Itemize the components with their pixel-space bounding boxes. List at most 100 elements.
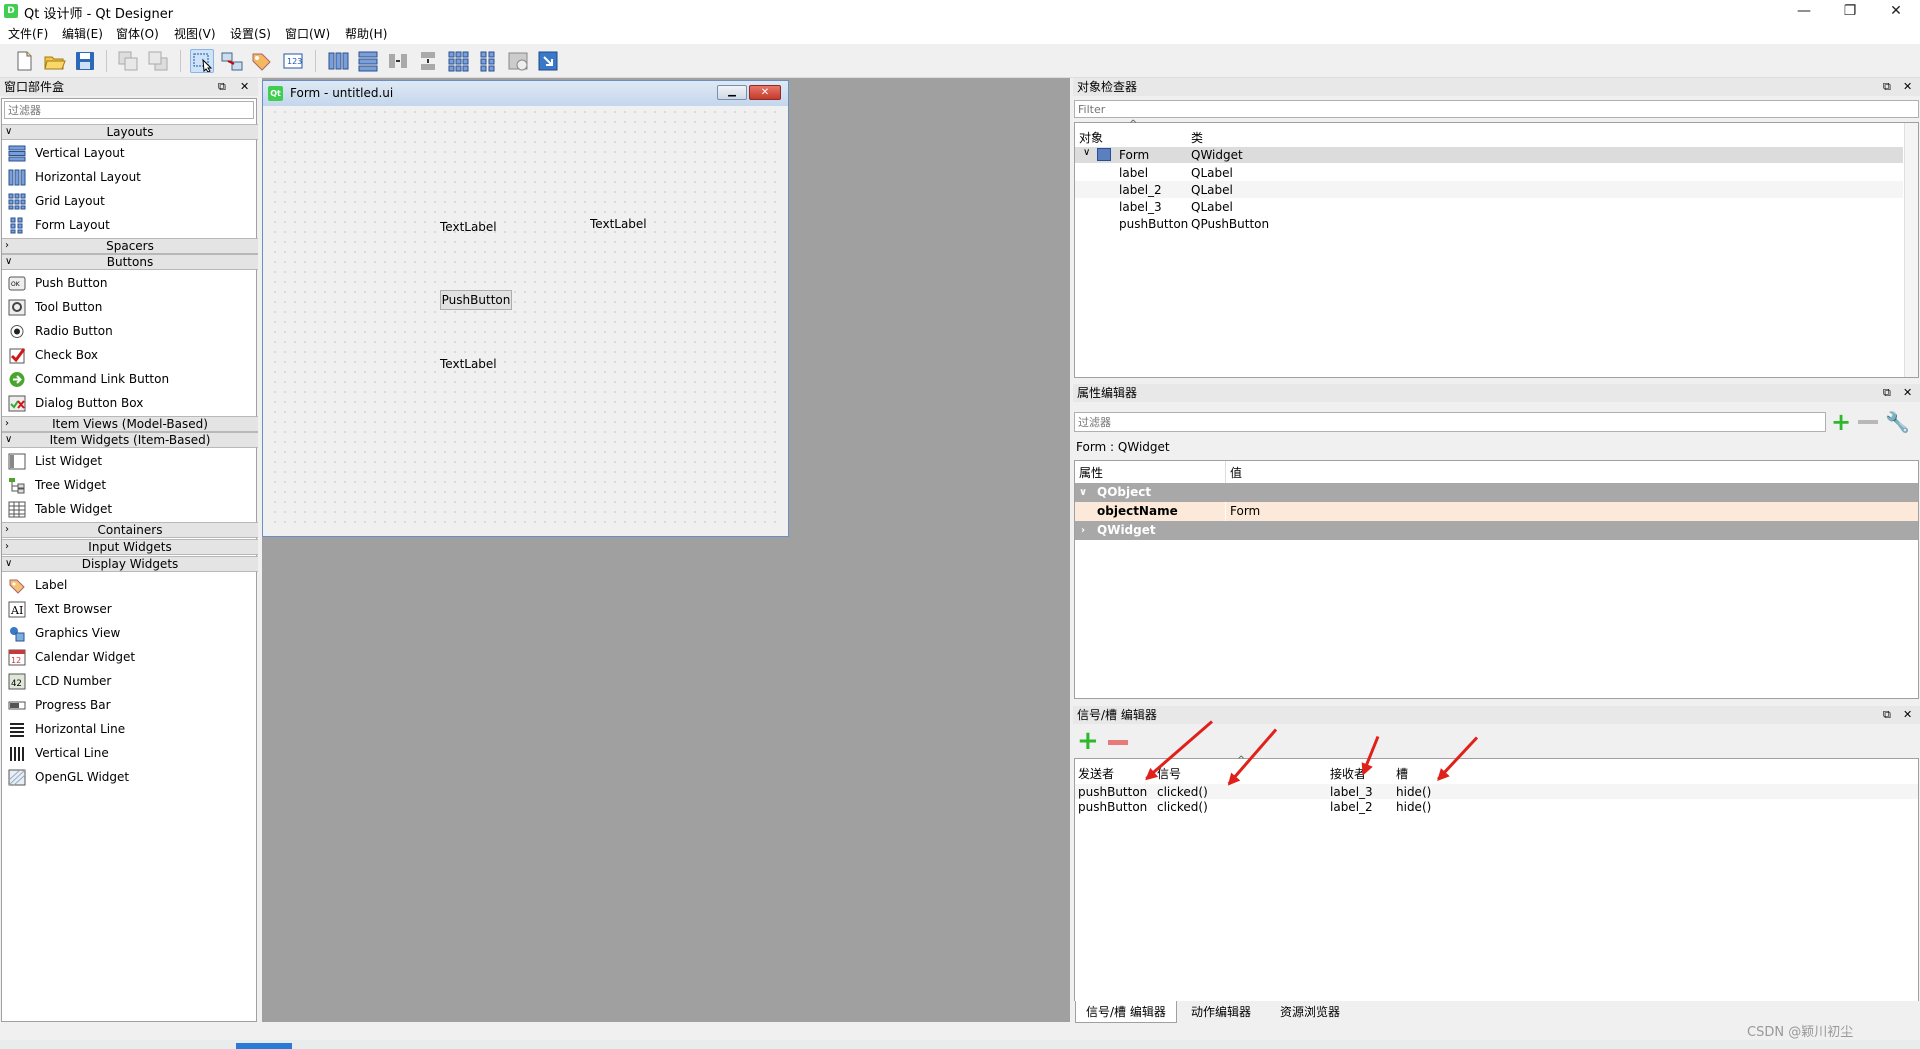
category-containers[interactable]: › Containers xyxy=(2,522,258,538)
row1-receiver[interactable]: label_3 xyxy=(1330,784,1373,800)
close-window-button[interactable]: ✕ xyxy=(1873,0,1919,22)
widget-graphics-view[interactable]: Graphics View xyxy=(2,621,258,645)
category-display-widgets[interactable]: ∨ Display Widgets xyxy=(2,556,258,572)
menu-file[interactable]: 文件(F) xyxy=(8,25,48,42)
tab-resource-browser[interactable]: 资源浏览器 xyxy=(1270,1001,1350,1023)
widget-horizontal-line[interactable]: Horizontal Line xyxy=(2,717,258,741)
tab-action-editor[interactable]: 动作编辑器 xyxy=(1181,1001,1261,1023)
bring-to-front-icon[interactable] xyxy=(146,49,170,73)
edit-widgets-icon[interactable] xyxy=(190,49,214,73)
row2-slot[interactable]: hide() xyxy=(1396,799,1431,815)
widget-text-browser[interactable]: AI Text Browser xyxy=(2,597,258,621)
category-item-views[interactable]: › Item Views (Model-Based) xyxy=(2,416,258,432)
widget-radio-button[interactable]: Radio Button xyxy=(2,319,258,343)
row1-sender[interactable]: pushButton xyxy=(1078,784,1147,800)
col-value-header[interactable]: 值 xyxy=(1230,464,1242,481)
widget-dialog-button-box[interactable]: Dialog Button Box xyxy=(2,391,258,415)
menu-view[interactable]: 视图(V) xyxy=(174,25,216,42)
widget-horizontal-layout[interactable]: Horizontal Layout xyxy=(2,165,258,189)
col-object-header[interactable]: 对象 xyxy=(1079,129,1103,146)
layout-horizontal-icon[interactable] xyxy=(326,49,350,73)
edit-buddies-icon[interactable] xyxy=(250,49,274,73)
tab-signal-slot-editor[interactable]: 信号/槽 编辑器 xyxy=(1075,1001,1177,1023)
new-file-icon[interactable] xyxy=(12,49,36,73)
form-window[interactable]: Qt Form - untitled.ui ▁ ✕ TextLabel Text… xyxy=(262,80,789,537)
widget-list-widget[interactable]: List Widget xyxy=(2,449,258,473)
widget-opengl[interactable]: OpenGL Widget xyxy=(2,765,258,789)
property-objectname-value[interactable]: Form xyxy=(1230,502,1260,521)
float-dock-icon[interactable]: ⧉ xyxy=(1883,384,1891,402)
widget-check-box[interactable]: Check Box xyxy=(2,343,258,367)
widget-command-link-button[interactable]: Command Link Button xyxy=(2,367,258,391)
adjust-size-icon[interactable] xyxy=(536,49,560,73)
float-dock-icon[interactable]: ⧉ xyxy=(1883,78,1891,96)
remove-connection-icon[interactable] xyxy=(1108,740,1128,745)
form-minimize-button[interactable]: ▁ xyxy=(717,85,747,100)
open-folder-icon[interactable] xyxy=(42,49,66,73)
close-dock-icon[interactable]: ✕ xyxy=(1903,78,1912,96)
tree-item-form[interactable]: Form xyxy=(1119,147,1149,163)
widget-table-widget[interactable]: Table Widget xyxy=(2,497,258,521)
widget-filter-input[interactable] xyxy=(4,101,254,119)
col-sender-header[interactable]: 发送者 xyxy=(1078,765,1114,782)
text-label-1[interactable]: TextLabel xyxy=(440,220,497,234)
category-item-widgets[interactable]: ∨ Item Widgets (Item-Based) xyxy=(2,432,258,448)
property-filter-input[interactable] xyxy=(1074,412,1826,432)
menu-settings[interactable]: 设置(S) xyxy=(230,25,271,42)
category-buttons[interactable]: ∨ Buttons xyxy=(2,254,258,270)
layout-horizontal-splitter-icon[interactable] xyxy=(386,49,410,73)
category-spacers[interactable]: › Spacers xyxy=(2,238,258,254)
widget-form-layout[interactable]: Form Layout xyxy=(2,213,258,237)
minimize-button[interactable]: — xyxy=(1781,0,1827,22)
widget-tree-widget[interactable]: Tree Widget xyxy=(2,473,258,497)
close-dock-icon[interactable]: ✕ xyxy=(240,78,249,96)
category-input-widgets[interactable]: › Input Widgets xyxy=(2,539,258,555)
tree-item-label3[interactable]: label_3 xyxy=(1119,199,1162,215)
widget-vertical-layout[interactable]: Vertical Layout xyxy=(2,141,258,165)
widget-push-button[interactable]: OK Push Button xyxy=(2,271,258,295)
menu-form[interactable]: 窗体(O) xyxy=(116,25,159,42)
widget-progress-bar[interactable]: Progress Bar xyxy=(2,693,258,717)
object-tree-scrollbar[interactable] xyxy=(1904,123,1918,377)
menu-window[interactable]: 窗口(W) xyxy=(285,25,330,42)
col-property-header[interactable]: 属性 xyxy=(1079,464,1103,481)
layout-vertical-icon[interactable] xyxy=(356,49,380,73)
row1-slot[interactable]: hide() xyxy=(1396,784,1431,800)
widget-tool-button[interactable]: Tool Button xyxy=(2,295,258,319)
add-connection-icon[interactable]: + xyxy=(1077,728,1099,754)
property-objectname-row[interactable]: objectName Form xyxy=(1075,502,1918,521)
tree-item-label2[interactable]: label_2 xyxy=(1119,182,1162,198)
send-to-back-icon[interactable] xyxy=(116,49,140,73)
row1-signal[interactable]: clicked() xyxy=(1157,784,1208,800)
form-canvas[interactable]: TextLabel TextLabel PushButton TextLabel xyxy=(270,107,780,530)
layout-form-icon[interactable] xyxy=(476,49,500,73)
widget-lcd-number[interactable]: 42 LCD Number xyxy=(2,669,258,693)
close-dock-icon[interactable]: ✕ xyxy=(1903,384,1912,402)
edit-signals-slots-icon[interactable] xyxy=(220,49,244,73)
tree-item-pushbutton[interactable]: pushButton xyxy=(1119,216,1188,232)
widget-calendar[interactable]: 12 Calendar Widget xyxy=(2,645,258,669)
layout-grid-icon[interactable] xyxy=(446,49,470,73)
form-close-button[interactable]: ✕ xyxy=(749,85,781,100)
widget-label[interactable]: Label xyxy=(2,573,258,597)
menu-edit[interactable]: 编辑(E) xyxy=(62,25,103,42)
float-dock-icon[interactable]: ⧉ xyxy=(218,78,226,96)
menu-help[interactable]: 帮助(H) xyxy=(345,25,387,42)
row2-receiver[interactable]: label_2 xyxy=(1330,799,1373,815)
push-button[interactable]: PushButton xyxy=(440,290,512,310)
layout-vertical-splitter-icon[interactable] xyxy=(416,49,440,73)
tree-item-label[interactable]: label xyxy=(1119,165,1148,181)
configure-wrench-icon[interactable]: 🔧 xyxy=(1885,410,1910,434)
object-filter-input[interactable] xyxy=(1074,100,1919,118)
expand-chevron-icon[interactable]: ∨ xyxy=(1083,147,1090,158)
widget-vertical-line[interactable]: Vertical Line xyxy=(2,741,258,765)
save-icon[interactable] xyxy=(73,49,97,73)
col-class-header[interactable]: 类 xyxy=(1191,129,1203,146)
float-dock-icon[interactable]: ⧉ xyxy=(1883,706,1891,724)
remove-dynamic-property-icon[interactable] xyxy=(1858,420,1878,424)
add-dynamic-property-icon[interactable]: + xyxy=(1831,410,1851,434)
restore-button[interactable]: ❐ xyxy=(1827,0,1873,22)
edit-tab-order-icon[interactable]: 123 xyxy=(281,49,305,73)
row2-signal[interactable]: clicked() xyxy=(1157,799,1208,815)
col-slot-header[interactable]: 槽 xyxy=(1396,765,1408,782)
